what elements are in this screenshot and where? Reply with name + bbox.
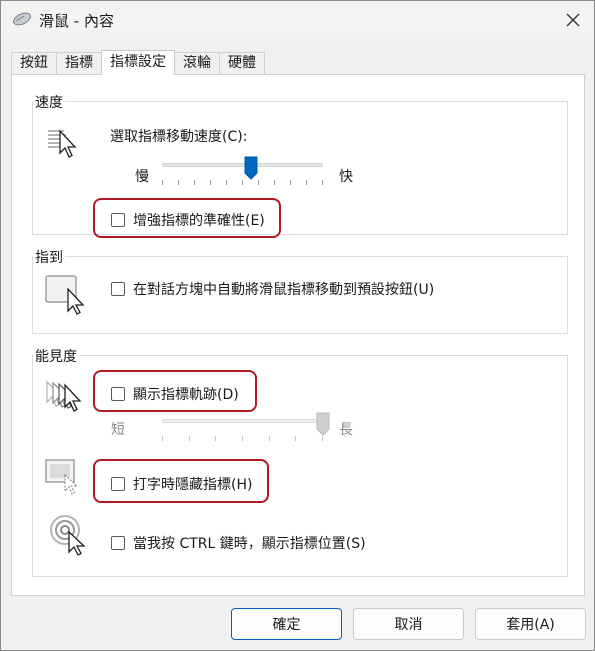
tab-wheel[interactable]: 滾輪 (174, 52, 220, 75)
slider-tick (162, 436, 163, 441)
slider-tick (194, 180, 195, 185)
slider-tick (178, 180, 179, 185)
show-trails-box[interactable] (111, 387, 125, 401)
trail-slider-thumb[interactable] (316, 412, 330, 436)
slider-tick (189, 436, 190, 441)
snap-to-group: 指到 在對話方塊中自動將滑鼠指標移動到預設按鈕(U) (32, 247, 568, 334)
pointer-trails-icon (46, 380, 82, 412)
slow-label: 慢 (135, 169, 149, 185)
enhance-precision-checkbox[interactable]: 增強指標的準確性(E) (111, 210, 265, 230)
show-location-checkbox[interactable]: 當我按 CTRL 鍵時，顯示指標位置(S) (111, 533, 366, 553)
show-location-icon (50, 515, 86, 556)
slider-tick (258, 180, 259, 185)
pointer-speed-icon (48, 129, 77, 158)
trail-slider-track[interactable] (162, 419, 323, 423)
trail-slider-ticks (162, 436, 323, 442)
visibility-group: 能見度 顯示指標軌跡(D) 短 長 打字時隱藏指標(H) 當我按 CTRL 鍵時… (32, 346, 568, 577)
close-icon (566, 13, 580, 27)
show-trails-label: 顯示指標軌跡(D) (133, 387, 239, 403)
slider-tick (274, 180, 275, 185)
window-title: 滑鼠 - 內容 (39, 12, 114, 30)
visibility-group-label: 能見度 (33, 346, 79, 366)
slider-tick (290, 180, 291, 185)
slider-tick (162, 180, 163, 185)
snap-to-default-checkbox[interactable]: 在對話方塊中自動將滑鼠指標移動到預設按鈕(U) (111, 279, 434, 299)
snap-to-default-box[interactable] (111, 282, 125, 296)
trail-long-label: 長 (339, 422, 353, 438)
mouse-properties-window: 滑鼠 - 內容 按鈕 指標 指標設定 滾輪 硬體 速度 選取指標移動速度(C):… (0, 0, 595, 651)
snap-to-icon (45, 275, 85, 315)
trail-short-label: 短 (111, 422, 125, 438)
slider-tick (306, 180, 307, 185)
hide-while-typing-icon (45, 459, 79, 495)
show-location-box[interactable] (111, 536, 125, 550)
mouse-icon (13, 12, 31, 26)
speed-slider-thumb[interactable] (244, 156, 258, 180)
tab-buttons[interactable]: 按鈕 (11, 52, 57, 75)
slider-tick (269, 436, 270, 441)
fast-label: 快 (339, 169, 353, 185)
snap-to-group-label: 指到 (33, 247, 65, 267)
speed-slider-track[interactable] (162, 163, 323, 167)
slider-tick (210, 180, 211, 185)
tab-hardware[interactable]: 硬體 (219, 52, 265, 75)
hide-while-typing-label: 打字時隱藏指標(H) (133, 477, 253, 493)
show-trails-checkbox[interactable]: 顯示指標軌跡(D) (111, 384, 239, 404)
slider-tick (295, 436, 296, 441)
pointer-options-panel: 速度 選取指標移動速度(C): 慢 快 增強指標的準確性(E) 指到 在對話方塊… (11, 74, 585, 596)
apply-button[interactable]: 套用(A) (475, 608, 586, 640)
hide-while-typing-box[interactable] (111, 477, 125, 491)
show-location-label: 當我按 CTRL 鍵時，顯示指標位置(S) (133, 536, 366, 552)
speed-slider-ticks (162, 180, 323, 186)
hide-while-typing-checkbox[interactable]: 打字時隱藏指標(H) (111, 474, 252, 494)
enhance-precision-label: 增強指標的準確性(E) (133, 213, 265, 229)
speed-prompt: 選取指標移動速度(C): (110, 129, 248, 145)
slider-tick (322, 180, 323, 185)
enhance-precision-box[interactable] (111, 213, 125, 227)
ok-button[interactable]: 確定 (231, 608, 342, 640)
slider-tick (215, 436, 216, 441)
cancel-button[interactable]: 取消 (353, 608, 464, 640)
slider-tick (322, 436, 323, 441)
speed-group: 速度 選取指標移動速度(C): 慢 快 增強指標的準確性(E) (32, 92, 568, 235)
title-bar: 滑鼠 - 內容 (1, 1, 594, 39)
tab-pointers[interactable]: 指標 (56, 52, 102, 75)
slider-tick (226, 180, 227, 185)
slider-tick (242, 436, 243, 441)
snap-to-default-label: 在對話方塊中自動將滑鼠指標移動到預設按鈕(U) (133, 282, 435, 298)
speed-group-label: 速度 (33, 92, 65, 112)
slider-tick (242, 180, 243, 185)
tab-pointer-options[interactable]: 指標設定 (101, 50, 175, 75)
tab-strip: 按鈕 指標 指標設定 滾輪 硬體 (11, 50, 265, 75)
close-button[interactable] (558, 5, 588, 35)
